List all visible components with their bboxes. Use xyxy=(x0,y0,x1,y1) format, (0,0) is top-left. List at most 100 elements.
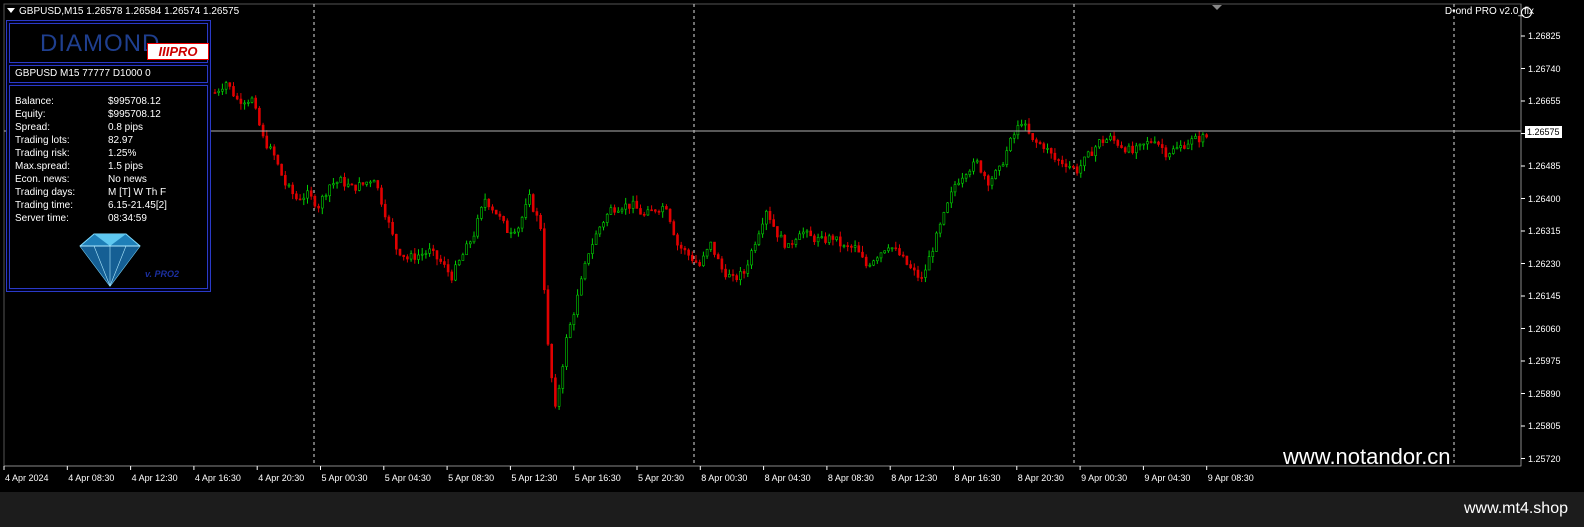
candle-body xyxy=(949,191,953,204)
candle-body xyxy=(1075,166,1079,174)
price-chart[interactable] xyxy=(0,0,1584,492)
candle-body xyxy=(213,92,217,94)
candle-body xyxy=(646,209,650,216)
candle-body xyxy=(283,175,287,186)
candle-body xyxy=(339,177,343,183)
candle-body xyxy=(476,218,480,237)
candle-body xyxy=(768,210,772,220)
y-tick-label: 1.25890 xyxy=(1528,388,1561,399)
candle-body xyxy=(265,135,269,149)
candle-body xyxy=(820,236,824,239)
dropdown-triangle-icon[interactable] xyxy=(7,8,15,13)
candle-body xyxy=(579,278,583,296)
candle-body xyxy=(1012,134,1016,139)
candle-body xyxy=(635,200,639,209)
candle-body xyxy=(753,244,757,251)
candle-body xyxy=(672,221,676,236)
candle-body xyxy=(727,274,731,278)
candle-body xyxy=(1035,139,1038,143)
candle-body xyxy=(653,209,657,212)
candle-body xyxy=(520,217,524,229)
info-row-value: 1.25% xyxy=(108,148,137,159)
candle-body xyxy=(864,256,868,267)
candle-body xyxy=(383,203,387,218)
candle-body xyxy=(561,366,565,389)
candle-body xyxy=(1149,141,1153,143)
candle-body xyxy=(328,184,332,197)
candle-body xyxy=(935,232,938,252)
candle-body xyxy=(524,204,528,218)
logo-text: DIAMOND xyxy=(40,30,161,57)
candle-body xyxy=(861,251,864,258)
candle-body xyxy=(994,170,998,179)
candle-body xyxy=(1164,147,1168,158)
candle-body xyxy=(254,97,257,109)
candle-body xyxy=(1072,166,1075,168)
candle-body xyxy=(957,182,961,185)
candle-body xyxy=(272,146,276,156)
candle-body xyxy=(724,268,727,278)
x-tick-label: 4 Apr 2024 xyxy=(5,473,49,483)
x-tick-label: 4 Apr 08:30 xyxy=(68,473,115,483)
candle-body xyxy=(920,277,924,279)
candle-body xyxy=(1205,134,1208,138)
candle-body xyxy=(498,213,502,217)
x-tick-label: 5 Apr 08:30 xyxy=(448,473,495,483)
candle-body xyxy=(291,184,295,195)
y-tick-label: 1.25805 xyxy=(1528,421,1561,431)
candle-body xyxy=(890,247,894,250)
site-link[interactable]: www.mt4.shop xyxy=(1464,500,1568,518)
candle-body xyxy=(735,275,739,281)
candle-body xyxy=(1046,148,1049,150)
candle-body xyxy=(1197,135,1201,143)
candle-body xyxy=(309,190,313,197)
candle-body xyxy=(424,253,428,255)
candle-body xyxy=(335,181,339,184)
candle-body xyxy=(650,209,653,212)
candle-body xyxy=(1160,144,1164,149)
candle-body xyxy=(1101,139,1105,143)
candle-body xyxy=(1116,140,1120,146)
candle-body xyxy=(698,262,702,266)
candle-body xyxy=(772,219,776,227)
x-tick-label: 9 Apr 00:30 xyxy=(1081,473,1128,483)
y-tick-label: 1.25975 xyxy=(1528,356,1561,366)
candle-body xyxy=(1053,152,1057,160)
candle-body xyxy=(446,264,450,273)
candle-body xyxy=(990,178,994,186)
candle-body xyxy=(420,253,424,256)
x-tick-label: 5 Apr 12:30 xyxy=(511,473,558,483)
candle-body xyxy=(1061,159,1064,165)
info-row: Econ. news: No news xyxy=(15,174,147,186)
candle-body xyxy=(1083,156,1086,167)
candle-body xyxy=(468,241,472,245)
candle-body xyxy=(605,214,609,223)
candle-body xyxy=(1094,146,1097,156)
candle-body xyxy=(221,88,224,92)
candle-body xyxy=(1135,145,1138,154)
y-tick-label: 1.26655 xyxy=(1528,96,1561,106)
candle-body xyxy=(472,235,476,243)
candle-body xyxy=(454,264,457,281)
candle-body xyxy=(583,263,587,280)
chart-area[interactable]: GBPUSD,M15 1.26578 1.26584 1.26574 1.265… xyxy=(0,0,1584,492)
candle-body xyxy=(502,216,505,222)
candle-body xyxy=(317,205,320,209)
candle-body xyxy=(258,107,261,126)
candle-body xyxy=(690,254,694,261)
info-row-value: M [T] W Th F xyxy=(108,187,167,198)
candle-body xyxy=(1064,163,1068,167)
info-row-key: Trading time: xyxy=(15,200,73,211)
candle-body xyxy=(372,180,376,183)
candle-body xyxy=(320,196,324,209)
candle-body xyxy=(1068,166,1071,168)
x-tick-label: 8 Apr 16:30 xyxy=(954,473,1001,483)
y-tick-label: 1.26485 xyxy=(1528,161,1561,171)
candle-body xyxy=(1016,125,1020,136)
candle-body xyxy=(598,226,602,235)
candle-body xyxy=(905,255,909,265)
candle-body xyxy=(1042,143,1046,149)
candle-body xyxy=(709,241,713,250)
candle-body xyxy=(872,260,875,266)
candle-body xyxy=(631,200,635,209)
